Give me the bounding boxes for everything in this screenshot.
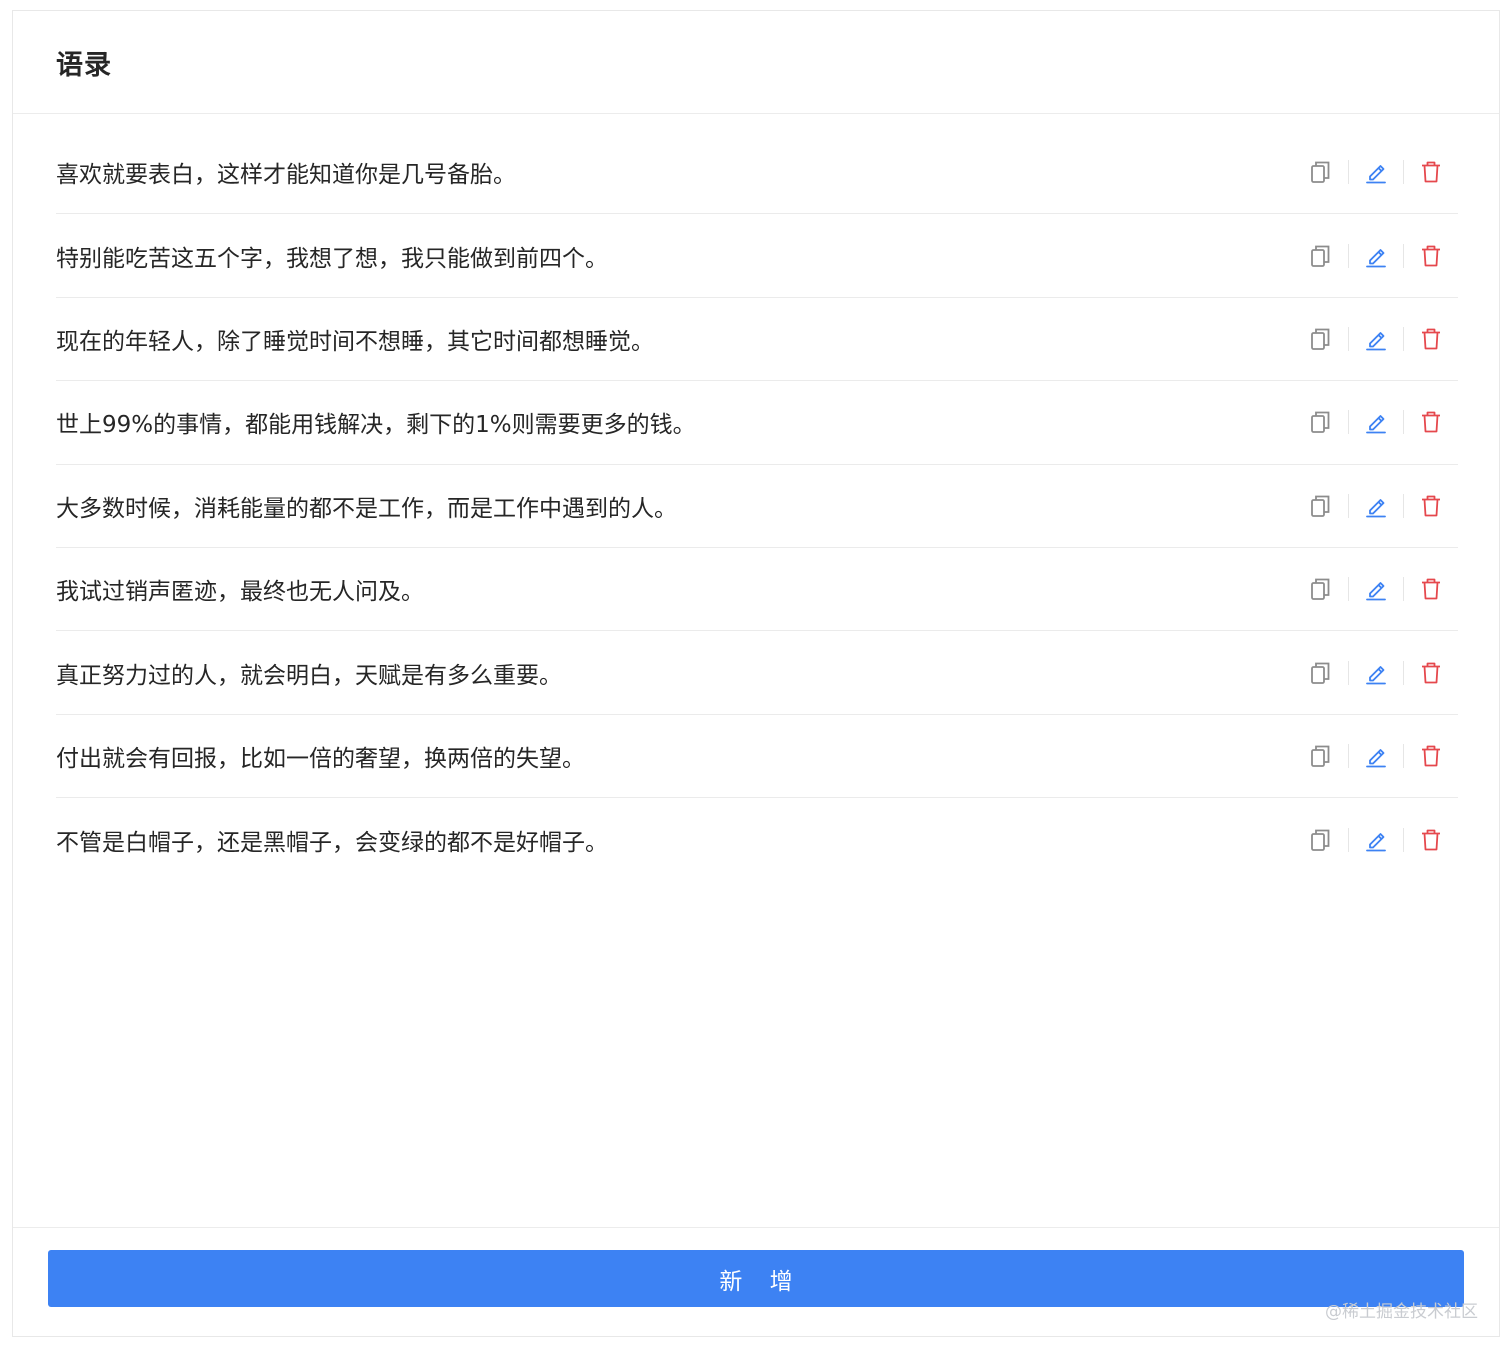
quote-text: 喜欢就要表白，这样才能知道你是几号备胎。 (56, 162, 516, 189)
action-divider (1348, 326, 1349, 351)
copy-icon[interactable] (1308, 409, 1334, 435)
quotes-card: 语录 喜欢就要表白，这样才能知道你是几号备胎。 特别能吃苦这五个字，我想了想，我… (12, 10, 1500, 1337)
quote-text: 大多数时候，消耗能量的都不是工作，而是工作中遇到的人。 (56, 495, 677, 522)
row-actions (1308, 827, 1444, 853)
quote-text: 现在的年轻人，除了睡觉时间不想睡，其它时间都想睡觉。 (56, 328, 654, 355)
row-actions (1308, 409, 1444, 435)
add-button[interactable]: 新 增 (48, 1250, 1464, 1307)
delete-icon[interactable] (1418, 493, 1444, 519)
action-divider (1348, 243, 1349, 268)
delete-icon[interactable] (1418, 326, 1444, 352)
list-item: 不管是白帽子，还是黑帽子，会变绿的都不是好帽子。 (56, 798, 1458, 881)
delete-icon[interactable] (1418, 159, 1444, 185)
card-footer: 新 增 (13, 1227, 1499, 1336)
edit-icon[interactable] (1363, 326, 1389, 352)
list-item: 喜欢就要表白，这样才能知道你是几号备胎。 (56, 131, 1458, 215)
list-item: 我试过销声匿迹，最终也无人问及。 (56, 548, 1458, 632)
list-item: 世上99%的事情，都能用钱解决，剩下的1%则需要更多的钱。 (56, 381, 1458, 465)
delete-icon[interactable] (1418, 743, 1444, 769)
quote-text: 不管是白帽子，还是黑帽子，会变绿的都不是好帽子。 (56, 829, 608, 856)
page-title: 语录 (56, 49, 112, 81)
action-divider (1403, 410, 1404, 435)
list-item: 付出就会有回报，比如一倍的奢望，换两倍的失望。 (56, 715, 1458, 799)
action-divider (1348, 160, 1349, 185)
list-item: 特别能吃苦这五个字，我想了想，我只能做到前四个。 (56, 214, 1458, 298)
delete-icon[interactable] (1418, 660, 1444, 686)
edit-icon[interactable] (1363, 409, 1389, 435)
action-divider (1403, 493, 1404, 518)
row-actions (1308, 576, 1444, 602)
copy-icon[interactable] (1308, 493, 1334, 519)
edit-icon[interactable] (1363, 660, 1389, 686)
edit-icon[interactable] (1363, 159, 1389, 185)
action-divider (1403, 660, 1404, 685)
action-divider (1348, 410, 1349, 435)
copy-icon[interactable] (1308, 743, 1334, 769)
row-actions (1308, 243, 1444, 269)
action-divider (1403, 243, 1404, 268)
copy-icon[interactable] (1308, 326, 1334, 352)
copy-icon[interactable] (1308, 243, 1334, 269)
watermark: @稀土掘金技术社区 (1325, 1302, 1478, 1322)
action-divider (1348, 827, 1349, 852)
quote-text: 真正努力过的人，就会明白，天赋是有多么重要。 (56, 662, 562, 689)
quote-text: 世上99%的事情，都能用钱解决，剩下的1%则需要更多的钱。 (56, 412, 696, 439)
row-actions (1308, 326, 1444, 352)
action-divider (1348, 493, 1349, 518)
action-divider (1348, 660, 1349, 685)
edit-icon[interactable] (1363, 243, 1389, 269)
delete-icon[interactable] (1418, 243, 1444, 269)
edit-icon[interactable] (1363, 576, 1389, 602)
list-item: 大多数时候，消耗能量的都不是工作，而是工作中遇到的人。 (56, 465, 1458, 548)
copy-icon[interactable] (1308, 827, 1334, 853)
card-header: 语录 (13, 11, 1499, 114)
delete-icon[interactable] (1418, 409, 1444, 435)
edit-icon[interactable] (1363, 493, 1389, 519)
action-divider (1348, 743, 1349, 768)
action-divider (1403, 827, 1404, 852)
quote-list: 喜欢就要表白，这样才能知道你是几号备胎。 特别能吃苦这五个字，我想了想，我只能做… (56, 131, 1458, 882)
quote-text: 特别能吃苦这五个字，我想了想，我只能做到前四个。 (56, 245, 608, 272)
action-divider (1403, 577, 1404, 602)
delete-icon[interactable] (1418, 827, 1444, 853)
edit-icon[interactable] (1363, 743, 1389, 769)
copy-icon[interactable] (1308, 159, 1334, 185)
quote-text: 付出就会有回报，比如一倍的奢望，换两倍的失望。 (56, 745, 585, 772)
delete-icon[interactable] (1418, 576, 1444, 602)
action-divider (1403, 160, 1404, 185)
action-divider (1403, 743, 1404, 768)
list-item: 真正努力过的人，就会明白，天赋是有多么重要。 (56, 631, 1458, 715)
quote-text: 我试过销声匿迹，最终也无人问及。 (56, 579, 424, 606)
copy-icon[interactable] (1308, 576, 1334, 602)
row-actions (1308, 493, 1444, 519)
row-actions (1308, 660, 1444, 686)
action-divider (1403, 326, 1404, 351)
list-item: 现在的年轻人，除了睡觉时间不想睡，其它时间都想睡觉。 (56, 298, 1458, 382)
row-actions (1308, 743, 1444, 769)
action-divider (1348, 577, 1349, 602)
copy-icon[interactable] (1308, 660, 1334, 686)
row-actions (1308, 159, 1444, 185)
edit-icon[interactable] (1363, 827, 1389, 853)
